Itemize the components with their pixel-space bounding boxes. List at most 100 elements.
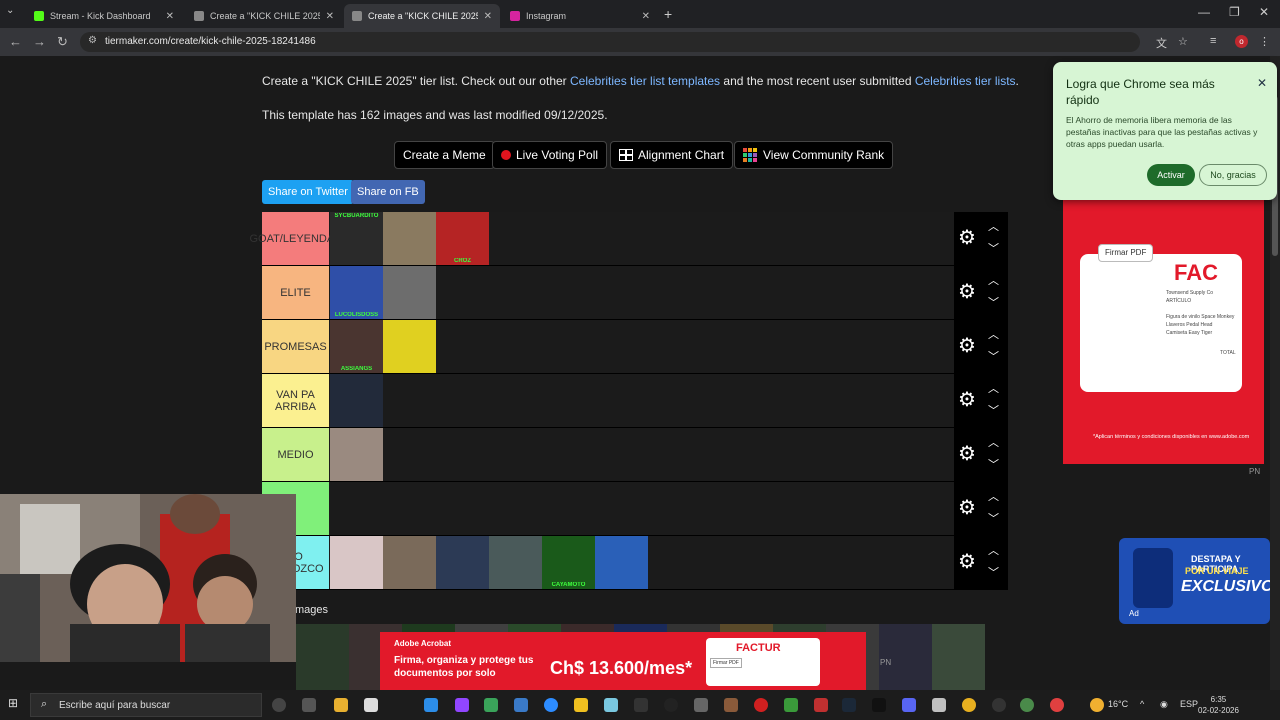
adobe-ad-bottom[interactable]: Adobe Acrobat Firma, organiza y protege … [380,632,866,692]
reload-icon[interactable]: ↻ [57,34,68,50]
tier-settings-gear-icon[interactable]: ⚙ [958,228,976,248]
tray-chevron-icon[interactable]: ^ [1140,699,1144,709]
back-icon[interactable]: ← [9,34,22,49]
create-meme-button[interactable]: Create a Meme [394,141,495,169]
decline-button[interactable]: No, gracias [1199,164,1267,186]
capcut-icon[interactable] [634,698,648,712]
pool-image[interactable] [296,624,349,690]
close-tab-icon[interactable]: ✕ [642,11,650,22]
tier-settings-gear-icon[interactable]: ⚙ [958,336,976,356]
tier-label[interactable]: PROMESAS [262,320,329,373]
translate-icon[interactable]: 文 [1156,35,1167,51]
tier-item-image[interactable]: LUCOLISDOSS [330,266,383,319]
minecraft-icon[interactable] [784,698,798,712]
move-down-chevron-icon[interactable]: ﹀ [988,294,999,310]
app-icon[interactable] [724,698,738,712]
task-view-icon[interactable] [302,698,316,712]
steam-icon[interactable] [842,698,856,712]
settings-icon[interactable] [694,698,708,712]
move-up-chevron-icon[interactable]: ︿ [988,218,999,234]
activate-button[interactable]: Activar [1147,164,1195,186]
move-up-chevron-icon[interactable]: ︿ [988,542,999,558]
tier-item-image[interactable] [595,536,648,589]
minimize-icon[interactable]: — [1198,5,1210,19]
tier-item-image[interactable]: ASSIANGS [330,320,383,373]
file-explorer-icon[interactable] [334,698,348,712]
menu-icon[interactable]: ⋮ [1259,35,1270,48]
tier-item-image[interactable] [330,374,383,427]
tab-list-chevron-icon[interactable]: ⌄ [6,5,14,16]
tier-item-image[interactable] [383,536,436,589]
tier-label[interactable]: MEDIO [262,428,329,481]
close-tab-icon[interactable]: ✕ [484,11,492,22]
view-community-rank-button[interactable]: View Community Rank [734,141,894,169]
promo-ad-small[interactable]: DESTAPA Y PARTICIPA POR UN VIAJE EXCLUSI… [1119,538,1270,624]
tier-settings-gear-icon[interactable]: ⚙ [958,552,976,572]
tier-item-image[interactable] [330,536,383,589]
opera-icon[interactable] [754,698,768,712]
tier-item-image[interactable] [383,212,436,265]
tier-label[interactable]: VAN PA ARRIBA [262,374,329,427]
move-down-chevron-icon[interactable]: ﹀ [988,348,999,364]
live-voting-poll-button[interactable]: Live Voting Poll [492,141,608,169]
language-indicator[interactable]: ESP [1180,699,1198,709]
close-icon[interactable]: ✕ [1257,76,1267,90]
discord-icon[interactable] [902,698,916,712]
tier-item-image[interactable]: SYCBUARDITO [330,212,383,265]
tier-item-image[interactable]: CROZ [436,212,489,265]
app-icon[interactable] [424,698,438,712]
tier-label[interactable]: GOAT/LEYENDAS [249,212,342,265]
tier-item-image[interactable] [383,266,436,319]
tier-settings-gear-icon[interactable]: ⚙ [958,390,976,410]
chrome-profile-icon[interactable] [1020,698,1034,712]
pool-image[interactable] [932,624,985,690]
zoom-icon[interactable] [544,698,558,712]
tier-item-image[interactable] [330,428,383,481]
move-up-chevron-icon[interactable]: ︿ [988,272,999,288]
app-icon[interactable] [992,698,1006,712]
adobe-ad-right[interactable]: Firmar PDF FAC Townsend Supply Co ARTÍCU… [1063,200,1264,464]
move-down-chevron-icon[interactable]: ﹀ [988,564,999,580]
app-icon[interactable] [514,698,528,712]
move-down-chevron-icon[interactable]: ﹀ [988,456,999,472]
move-up-chevron-icon[interactable]: ︿ [988,488,999,504]
close-window-icon[interactable]: ✕ [1259,5,1269,19]
tab-kick-dashboard[interactable]: Stream - Kick Dashboard ✕ [26,4,182,28]
chrome-icon[interactable] [962,698,976,712]
cortana-icon[interactable] [272,698,286,712]
app-icon[interactable] [814,698,828,712]
move-up-chevron-icon[interactable]: ︿ [988,380,999,396]
notepad-icon[interactable] [364,698,378,712]
share-fb-button[interactable]: Share on FB [351,180,425,204]
twitch-icon[interactable] [455,698,469,712]
system-clock[interactable]: 6:35 02-02-2026 [1198,694,1239,716]
tier-item-image[interactable] [383,320,436,373]
move-down-chevron-icon[interactable]: ﹀ [988,240,999,256]
move-up-chevron-icon[interactable]: ︿ [988,434,999,450]
new-tab-icon[interactable]: + [664,6,672,22]
reading-list-icon[interactable]: ≡ [1210,35,1216,47]
app-icon[interactable] [574,698,588,712]
tier-settings-gear-icon[interactable]: ⚙ [958,444,976,464]
move-down-chevron-icon[interactable]: ﹀ [988,402,999,418]
tier-item-image[interactable] [436,536,489,589]
tab-tiermaker-active[interactable]: Create a "KICK CHILE 2025" Tie ✕ [344,4,500,28]
celebrities-tier-lists-link[interactable]: Celebrities tier lists [915,74,1016,88]
network-icon[interactable]: ◉ [1160,699,1168,710]
close-tab-icon[interactable]: ✕ [166,11,174,22]
tab-tiermaker-1[interactable]: Create a "KICK CHILE 2025" Tie ✕ [186,4,342,28]
bookmark-star-icon[interactable]: ☆ [1178,35,1188,48]
tiktok-icon[interactable] [872,698,886,712]
site-info-icon[interactable]: ⚙ [88,35,97,46]
tier-item-image[interactable] [489,536,542,589]
taskbar-search[interactable]: ⌕ Escribe aquí para buscar [30,693,262,717]
celebrities-templates-link[interactable]: Celebrities tier list templates [570,74,720,88]
tier-settings-gear-icon[interactable]: ⚙ [958,498,976,518]
share-twitter-button[interactable]: Share on Twitter [262,180,354,204]
move-up-chevron-icon[interactable]: ︿ [988,326,999,342]
windows-start-icon[interactable]: ⊞ [8,696,22,710]
chrome-active-icon[interactable] [1050,698,1064,712]
obs-icon[interactable] [664,698,678,712]
address-bar[interactable]: ⚙ tiermaker.com/create/kick-chile-2025-1… [80,32,1140,52]
app-icon[interactable] [604,698,618,712]
